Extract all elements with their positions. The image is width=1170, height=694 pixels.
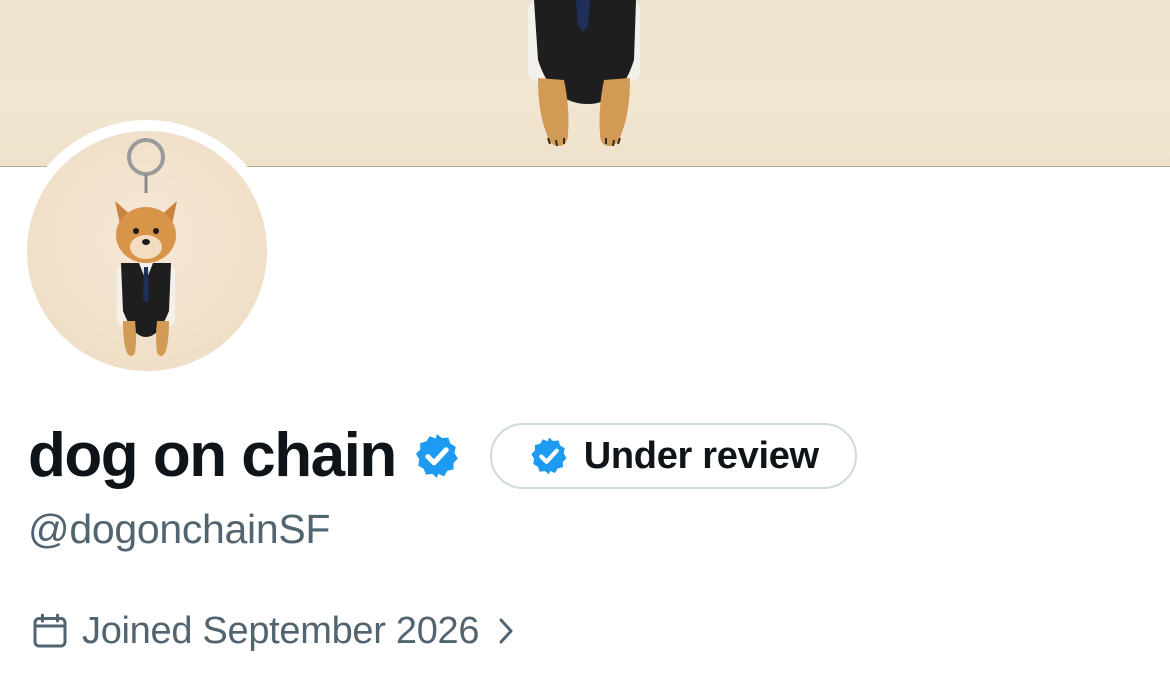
user-handle: @dogonchainSF bbox=[28, 506, 331, 552]
joined-date-row[interactable]: Joined September 2026 bbox=[30, 607, 519, 655]
verified-badge-icon bbox=[528, 435, 570, 477]
avatar[interactable] bbox=[27, 131, 267, 371]
joined-date-text: Joined September 2026 bbox=[82, 609, 480, 652]
calendar-icon bbox=[30, 611, 70, 651]
under-review-label: Under review bbox=[583, 434, 819, 477]
verified-badge-icon[interactable] bbox=[412, 431, 462, 481]
name-row: dog on chain Under review bbox=[28, 416, 857, 496]
display-name: dog on chain bbox=[28, 421, 397, 490]
chevron-right-icon[interactable] bbox=[493, 614, 519, 648]
under-review-badge[interactable]: Under review bbox=[489, 423, 857, 489]
shiba-keychain-avatar-image bbox=[115, 138, 177, 356]
banner-dog-image bbox=[528, 0, 640, 147]
